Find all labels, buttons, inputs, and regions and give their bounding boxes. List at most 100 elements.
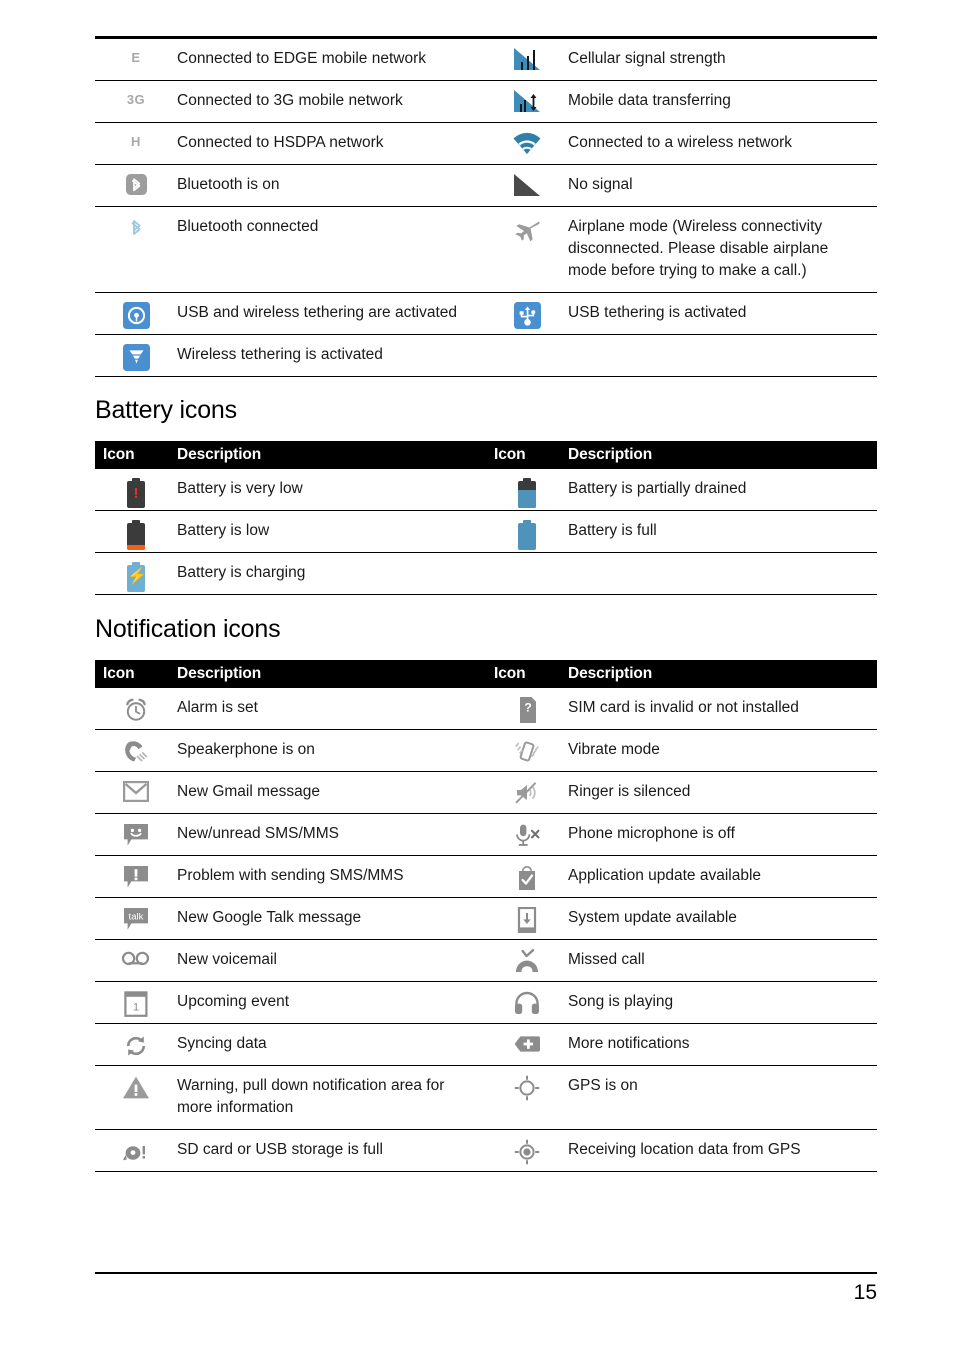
header-description: Description (177, 441, 486, 469)
description-cell: Connected to EDGE mobile network (177, 37, 486, 81)
storage-full-icon (95, 1130, 177, 1168)
headphones-glyph (515, 991, 539, 1014)
warning-icon (95, 1066, 177, 1104)
airplane-glyph (515, 221, 540, 242)
google-talk-icon: talk (95, 898, 177, 936)
icon-cell (486, 292, 568, 335)
row-description: Problem with sending SMS/MMS (177, 867, 404, 884)
3g-network-icon: 3G (95, 81, 177, 119)
ringer-silenced-icon (486, 772, 568, 810)
description-cell (568, 334, 877, 377)
sim-card-invalid-icon: ? (486, 688, 568, 726)
warning-triangle-glyph (123, 1076, 149, 1099)
description-cell: New voicemail (177, 939, 486, 982)
icon-cell (486, 164, 568, 207)
alarm-clock-icon (95, 688, 177, 726)
row-description: SD card or USB storage is full (177, 1141, 383, 1158)
row-description: Mobile data transferring (568, 92, 731, 109)
row-description: Battery is very low (177, 480, 303, 497)
description-cell: Alarm is set (177, 688, 486, 730)
icon-cell (486, 813, 568, 856)
description-cell: SD card or USB storage is full (177, 1129, 486, 1172)
description-cell: Battery is full (568, 510, 877, 553)
row-description: Wireless tethering is activated (177, 346, 383, 363)
svg-text:talk: talk (129, 912, 144, 923)
wifi-connected-icon (486, 123, 568, 161)
bluetooth-connected-glyph (131, 220, 141, 235)
cellular-signal-icon (486, 39, 568, 77)
gmail-icon (95, 772, 177, 810)
description-cell: Battery is very low (177, 469, 486, 511)
system-update-icon (486, 898, 568, 936)
sms-problem-glyph (124, 866, 148, 888)
header-icon: Icon (95, 441, 177, 469)
usb-tethering-icon (486, 293, 568, 331)
missed-call-icon (486, 940, 568, 978)
icon-cell (95, 813, 177, 856)
icon-cell (95, 771, 177, 814)
row-description: Syncing data (177, 1035, 267, 1052)
icon-cell (486, 855, 568, 898)
icon-cell (95, 939, 177, 982)
header-description: Description (177, 660, 486, 688)
icon-cell (486, 80, 568, 123)
no-signal-icon (486, 165, 568, 203)
table-row: talk New Google Talk message System upda… (95, 897, 877, 940)
description-cell: Ringer is silenced (568, 771, 877, 814)
icon-cell (95, 510, 177, 553)
table-row: SD card or USB storage is full Receiving… (95, 1129, 877, 1172)
table-row: Speakerphone is on Vibrate mode (95, 729, 877, 772)
description-cell: Speakerphone is on (177, 729, 486, 772)
description-cell: Phone microphone is off (568, 813, 877, 856)
row-description (568, 335, 877, 354)
row-description: Connected to HSDPA network (177, 134, 384, 151)
table-row: Alarm is set ? SIM card is invalid or no… (95, 688, 877, 730)
sync-icon (95, 1024, 177, 1062)
3g-label: 3G (126, 92, 146, 107)
table-row: Battery is low Battery is full (95, 510, 877, 553)
icon-cell (486, 1023, 568, 1066)
airplane-mode-icon (486, 207, 568, 245)
row-description: Vibrate mode (568, 741, 660, 758)
row-description: Bluetooth connected (177, 218, 319, 235)
row-description: USB tethering is activated (568, 304, 747, 321)
icon-cell (95, 1065, 177, 1130)
usb-wireless-tethering-icon (95, 293, 177, 331)
icon-cell (486, 729, 568, 772)
description-cell: Bluetooth is on (177, 164, 486, 207)
description-cell: No signal (568, 164, 877, 207)
icon-cell (95, 206, 177, 293)
bluetooth-on-icon (95, 165, 177, 203)
sd-storage-glyph (122, 1146, 145, 1161)
sync-arrows-glyph (126, 1036, 146, 1056)
table-row: USB and wireless tethering are activated (95, 292, 877, 335)
missed-call-glyph (516, 949, 538, 972)
icon-cell: ! (95, 469, 177, 511)
icon-cell (486, 771, 568, 814)
sms-problem-icon (95, 856, 177, 894)
row-description: No signal (568, 176, 633, 193)
icon-cell: talk (95, 897, 177, 940)
battery-partial-icon (486, 469, 568, 508)
row-description: Battery is charging (177, 564, 306, 581)
header-icon: Icon (95, 660, 177, 688)
notification-icons-heading: Notification icons (95, 615, 281, 643)
icon-cell (486, 981, 568, 1024)
table-row: Syncing data More notifications (95, 1023, 877, 1066)
description-cell: Problem with sending SMS/MMS (177, 855, 486, 898)
usb-wireless-tether-glyph (122, 302, 150, 329)
row-description: SIM card is invalid or not installed (568, 699, 799, 716)
description-cell: Airplane mode (Wireless connectivity dis… (568, 206, 877, 293)
shopping-bag-check-glyph (519, 865, 535, 890)
row-description: Application update available (568, 867, 762, 884)
bluetooth-glyph (125, 174, 147, 195)
table-row: New Gmail message Ringer is silenced (95, 771, 877, 814)
more-notifications-icon (486, 1024, 568, 1062)
icon-cell (486, 334, 568, 377)
row-description: Alarm is set (177, 699, 258, 716)
row-description: More notifications (568, 1035, 690, 1052)
icon-cell: ⚡ (95, 552, 177, 595)
row-description: Warning, pull down notification area for… (177, 1077, 445, 1116)
battery-full-icon (486, 511, 568, 550)
battery-shell: ! (127, 478, 145, 508)
